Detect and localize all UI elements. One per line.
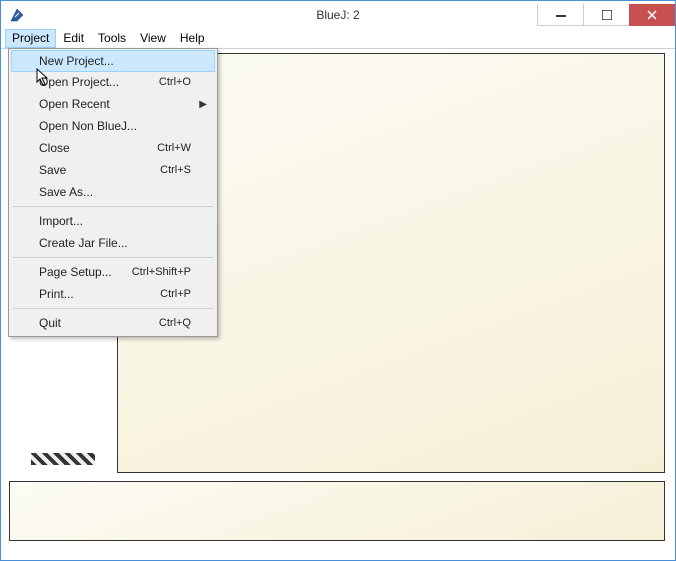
menu-item-shortcut: Ctrl+W xyxy=(157,142,191,154)
menu-edit[interactable]: Edit xyxy=(56,29,91,48)
menu-item-label: Quit xyxy=(39,316,159,330)
menu-item-label: Import... xyxy=(39,214,191,228)
chevron-right-icon: ▶ xyxy=(199,99,207,110)
menu-item-shortcut: Ctrl+O xyxy=(159,76,191,88)
menu-separator xyxy=(13,308,213,309)
menu-item-create-jar-file[interactable]: Create Jar File... xyxy=(11,232,215,254)
close-button[interactable] xyxy=(629,4,675,26)
menu-separator xyxy=(13,257,213,258)
menu-item-quit[interactable]: QuitCtrl+Q xyxy=(11,312,215,334)
menu-tools[interactable]: Tools xyxy=(91,29,133,48)
menu-item-label: Create Jar File... xyxy=(39,236,191,250)
menu-item-open-recent[interactable]: Open Recent ▶ xyxy=(11,93,215,115)
menu-separator xyxy=(13,206,213,207)
menu-item-print[interactable]: Print...Ctrl+P xyxy=(11,283,215,305)
app-icon xyxy=(9,7,25,23)
menu-item-label: New Project... xyxy=(39,54,191,68)
menu-item-open-project[interactable]: Open Project...Ctrl+O xyxy=(11,71,215,93)
titlebar: BlueJ: 2 xyxy=(1,1,675,29)
menu-item-new-project[interactable]: New Project... xyxy=(11,50,215,72)
window-title: BlueJ: 2 xyxy=(316,8,359,22)
menu-item-label: Open Non BlueJ... xyxy=(39,119,191,133)
progress-stripes xyxy=(31,453,95,465)
project-menu-dropdown: New Project...Open Project...Ctrl+OOpen … xyxy=(8,48,218,337)
menu-item-open-non-bluej[interactable]: Open Non BlueJ... xyxy=(11,115,215,137)
menu-item-shortcut: Ctrl+Q xyxy=(159,317,191,329)
maximize-button[interactable] xyxy=(583,4,629,26)
menu-item-label: Save xyxy=(39,163,160,177)
menu-view[interactable]: View xyxy=(133,29,173,48)
menu-item-save-as[interactable]: Save As... xyxy=(11,181,215,203)
menu-item-label: Open Project... xyxy=(39,75,159,89)
menu-item-label: Save As... xyxy=(39,185,191,199)
menu-item-page-setup[interactable]: Page Setup...Ctrl+Shift+P xyxy=(11,261,215,283)
menu-item-label: Open Recent xyxy=(39,97,191,111)
menu-item-save[interactable]: SaveCtrl+S xyxy=(11,159,215,181)
window-controls xyxy=(537,4,675,26)
menu-help[interactable]: Help xyxy=(173,29,212,48)
menu-item-shortcut: Ctrl+P xyxy=(160,288,191,300)
menu-item-label: Close xyxy=(39,141,157,155)
menu-item-import[interactable]: Import... xyxy=(11,210,215,232)
menu-item-shortcut: Ctrl+S xyxy=(160,164,191,176)
object-bench[interactable] xyxy=(9,481,665,541)
minimize-button[interactable] xyxy=(537,4,583,26)
menu-item-shortcut: Ctrl+Shift+P xyxy=(132,266,191,278)
menubar: ProjectEditToolsViewHelp xyxy=(1,29,675,49)
menu-project[interactable]: Project xyxy=(5,29,56,48)
menu-item-label: Page Setup... xyxy=(39,265,132,279)
menu-item-close[interactable]: CloseCtrl+W xyxy=(11,137,215,159)
menu-item-label: Print... xyxy=(39,287,160,301)
